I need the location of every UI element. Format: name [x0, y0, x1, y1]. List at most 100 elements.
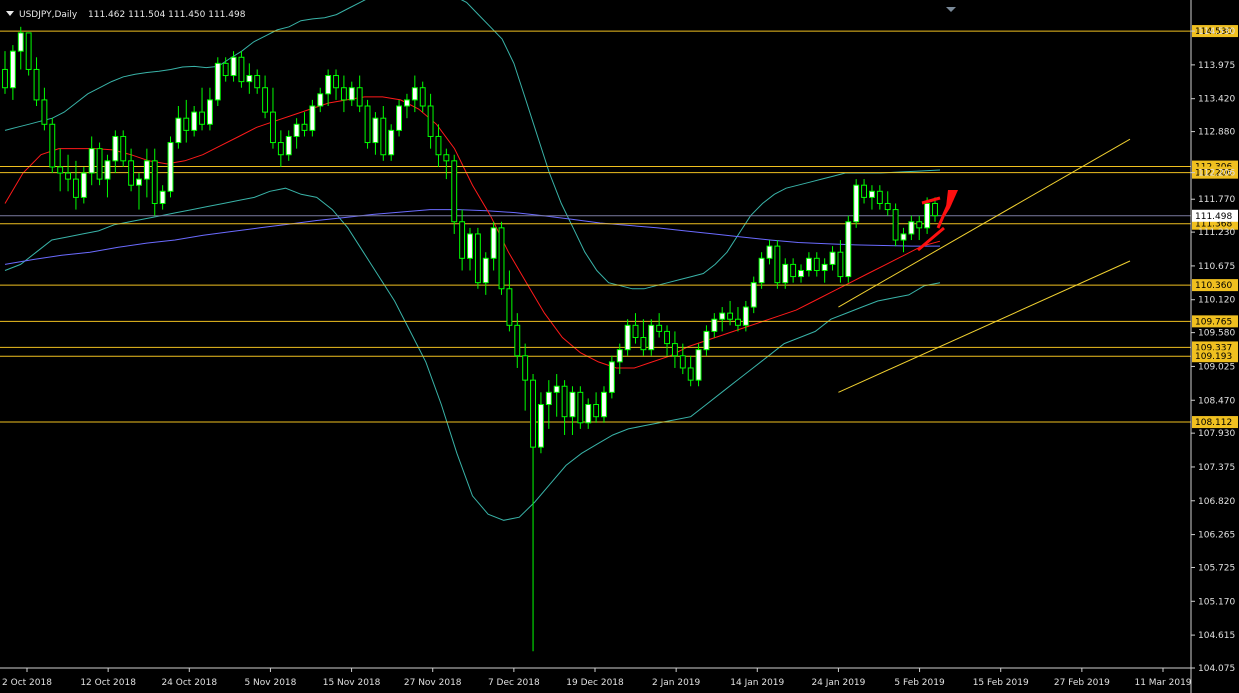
- y-tick-label: 106.265: [1198, 531, 1235, 541]
- y-tick-label: 104.615: [1198, 631, 1235, 641]
- candle-bull: [711, 318, 718, 332]
- y-tick-label: 113.975: [1198, 61, 1235, 71]
- candle-bear: [861, 184, 868, 198]
- candle-bull: [411, 87, 418, 101]
- candle-bull: [703, 330, 710, 351]
- candle-bear: [593, 404, 600, 418]
- candle-bull: [545, 391, 552, 406]
- candle-bull: [782, 263, 789, 284]
- candle-bull: [624, 324, 631, 351]
- candle-bear: [522, 355, 529, 381]
- candle-bull: [206, 99, 213, 125]
- candle-bull: [167, 142, 174, 192]
- candle-bull: [88, 148, 95, 174]
- candle-bear: [884, 202, 891, 211]
- candle-bear: [530, 379, 536, 448]
- candle-bull: [750, 282, 757, 308]
- y-tick-label: 109.580: [1198, 329, 1235, 339]
- ohlc-readout: 111.462 111.504 111.450 111.498: [88, 10, 246, 20]
- candle-bull: [293, 123, 300, 137]
- candle-bull: [616, 349, 623, 363]
- candle-bear: [270, 111, 276, 144]
- y-tick-label: 112.880: [1198, 128, 1235, 138]
- candle-bear: [813, 257, 820, 271]
- x-tick-label: 15 Feb 2019: [973, 678, 1029, 688]
- candle-bear: [380, 117, 387, 156]
- candle-bear: [514, 324, 521, 357]
- y-tick-label: 114.530: [1198, 27, 1235, 37]
- candle-bull: [758, 257, 765, 284]
- candle-bear: [340, 87, 347, 101]
- candle-bull: [742, 306, 749, 326]
- x-tick-label: 5 Nov 2018: [244, 678, 296, 688]
- candle-bear: [561, 385, 568, 418]
- candle-bear: [120, 135, 127, 162]
- candle-bear: [837, 251, 844, 278]
- candle-bull: [805, 257, 812, 271]
- candle-bear: [238, 56, 245, 83]
- candle-bull: [230, 56, 237, 77]
- candle-bear: [41, 99, 48, 125]
- candle-bear: [498, 227, 505, 290]
- candle-bear: [735, 318, 741, 326]
- candle-bear: [49, 123, 56, 168]
- candle-bear: [640, 337, 647, 351]
- candle-bear: [790, 263, 797, 278]
- candle-bull: [900, 233, 907, 241]
- candle-bull: [490, 227, 497, 259]
- candle-bear: [183, 117, 190, 131]
- candle-bear: [364, 105, 371, 144]
- symbol-label: USDJPY,Daily: [19, 10, 78, 20]
- x-tick-label: 5 Feb 2019: [894, 678, 945, 688]
- candle-bull: [191, 111, 198, 131]
- candle-bull: [829, 251, 836, 265]
- candle-bear: [2, 68, 8, 89]
- candle-bull: [246, 75, 253, 83]
- price-chart[interactable]: 114.530112.306112.206111.368110.360109.7…: [0, 0, 1239, 693]
- candle-bull: [482, 257, 489, 284]
- x-tick-label: 2 Jan 2019: [652, 678, 700, 688]
- candle-bear: [577, 391, 584, 424]
- candle-bull: [348, 87, 355, 101]
- candle-bear: [443, 154, 450, 162]
- candle-bear: [254, 75, 261, 89]
- candle-bull: [648, 324, 655, 351]
- candle-bull: [569, 391, 576, 418]
- y-tick-label: 104.075: [1198, 664, 1235, 674]
- x-tick-label: 15 Nov 2018: [323, 678, 381, 688]
- chart-window[interactable]: 114.530112.306112.206111.368110.360109.7…: [0, 0, 1239, 693]
- candle-bull: [396, 105, 403, 131]
- y-tick-label: 105.170: [1198, 597, 1235, 607]
- candle-bull: [695, 349, 702, 381]
- candle-bear: [65, 172, 71, 180]
- candle-bear: [33, 68, 40, 101]
- candle-bear: [932, 202, 938, 217]
- candle-bull: [285, 135, 292, 156]
- y-tick-label: 107.375: [1198, 463, 1235, 473]
- candle-bear: [727, 312, 734, 320]
- y-tick-label: 107.930: [1198, 429, 1235, 439]
- level-label: 109.765: [1195, 317, 1232, 327]
- candle-bear: [419, 87, 426, 107]
- candle-bear: [72, 178, 79, 198]
- current-price-label: 111.498: [1195, 212, 1232, 222]
- candle-bear: [333, 75, 339, 89]
- candle-bull: [17, 32, 24, 52]
- y-tick-label: 110.120: [1198, 296, 1235, 306]
- candle-bear: [774, 245, 781, 284]
- y-tick-label: 110.675: [1198, 262, 1235, 272]
- candle-bull: [388, 129, 395, 156]
- candle-bull: [924, 202, 931, 229]
- candle-bear: [632, 324, 639, 339]
- candle-bull: [325, 75, 332, 95]
- x-tick-label: 12 Oct 2018: [80, 678, 136, 688]
- x-tick-label: 24 Jan 2019: [811, 678, 865, 688]
- candle-bull: [585, 404, 592, 424]
- candle-bear: [664, 330, 670, 345]
- candle-bear: [474, 233, 481, 284]
- candle-bull: [80, 172, 87, 198]
- candle-bear: [262, 87, 269, 113]
- candle-bull: [309, 105, 316, 131]
- candle-bear: [151, 160, 158, 204]
- y-tick-label: 109.025: [1198, 362, 1235, 372]
